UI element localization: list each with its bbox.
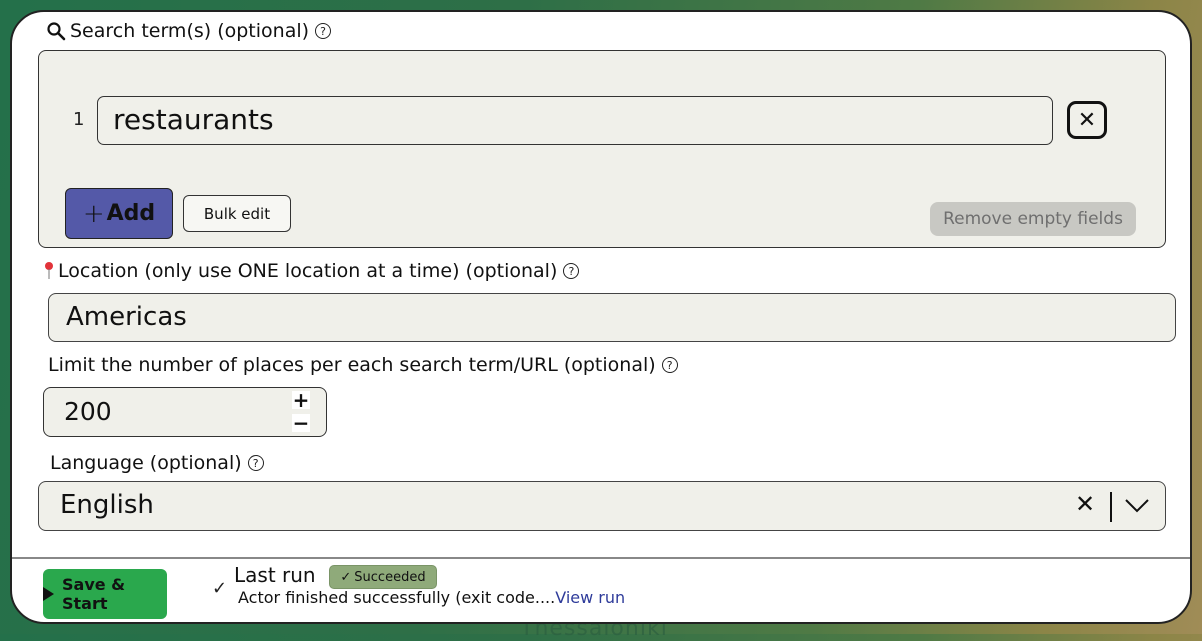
bulk-edit-button[interactable]: Bulk edit [183, 195, 291, 232]
help-icon[interactable]: ? [661, 357, 678, 373]
run-message: Actor finished successfully (exit code..… [238, 588, 626, 607]
chevron-down-icon[interactable] [1123, 494, 1151, 516]
language-label: Language (optional) ? [50, 452, 264, 474]
help-icon[interactable]: ? [563, 263, 580, 279]
language-value: English [60, 490, 154, 520]
check-icon: ✓ [340, 569, 352, 585]
search-term-input[interactable]: restaurants [97, 96, 1053, 145]
view-run-link[interactable]: View run [555, 588, 625, 607]
search-terms-section: 1 restaurants ✕ + Add Bulk edit Remove e… [38, 50, 1166, 248]
remove-empty-fields-button[interactable]: Remove empty fields [930, 202, 1136, 236]
pin-icon [45, 262, 53, 279]
add-term-button[interactable]: + Add [65, 188, 173, 239]
help-icon[interactable]: ? [315, 23, 332, 39]
location-label: Location (only use ONE location at a tim… [44, 260, 580, 282]
close-icon: ✕ [1077, 107, 1097, 133]
footer-divider [12, 557, 1190, 559]
play-icon [43, 587, 54, 601]
help-icon[interactable]: ? [247, 455, 264, 471]
check-icon: ✓ [212, 578, 228, 599]
remove-term-button[interactable]: ✕ [1067, 101, 1107, 139]
increment-button[interactable]: + [292, 388, 310, 412]
search-icon [47, 22, 66, 41]
clear-icon[interactable]: ✕ [1075, 490, 1095, 518]
plus-icon: + [82, 198, 105, 229]
language-select[interactable]: English ✕ [38, 481, 1166, 531]
search-terms-label: Search term(s) (optional) ? [46, 20, 332, 42]
location-input[interactable]: Americas [48, 293, 1176, 342]
status-badge: ✓ Succeeded [329, 565, 437, 589]
limit-value[interactable]: 200 [64, 397, 112, 426]
limit-stepper[interactable]: 200 + − [43, 387, 327, 437]
decrement-button[interactable]: − [292, 411, 310, 435]
term-row-index: 1 [73, 109, 85, 130]
save-and-start-button[interactable]: Save & Start [43, 569, 167, 619]
last-run-label: Last run [234, 563, 316, 587]
actor-input-form: Search term(s) (optional) ? 1 restaurant… [10, 10, 1192, 624]
select-divider [1110, 492, 1112, 522]
limit-label: Limit the number of places per each sear… [48, 354, 678, 376]
